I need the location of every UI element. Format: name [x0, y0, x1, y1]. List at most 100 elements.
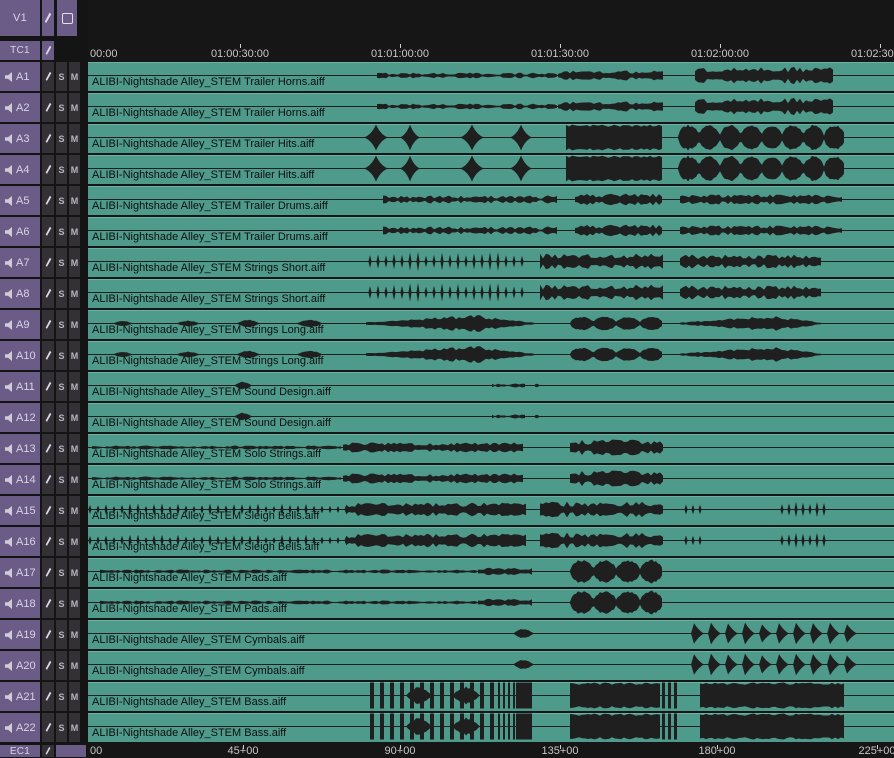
track-tool-button[interactable]	[42, 527, 54, 556]
mute-button[interactable]: M	[69, 589, 80, 618]
solo-button[interactable]: S	[56, 248, 67, 277]
audio-clip-lane-a10[interactable]: ALIBI-Nightshade Alley_STEM Strings Long…	[88, 341, 894, 370]
mute-button[interactable]: M	[69, 310, 80, 339]
track-tool-button[interactable]	[42, 620, 54, 649]
track-tool-button[interactable]	[42, 713, 54, 742]
mute-button[interactable]: M	[69, 124, 80, 153]
audio-clip-lane-a20[interactable]: ALIBI-Nightshade Alley_STEM Cymbals.aiff	[88, 651, 894, 680]
track-tool-button[interactable]	[42, 372, 54, 401]
mute-button[interactable]: M	[69, 713, 80, 742]
track-select-button-a8[interactable]: A8	[0, 279, 40, 308]
video-track-tool-button[interactable]	[42, 0, 54, 36]
mute-button[interactable]: M	[69, 558, 80, 587]
solo-button[interactable]: S	[56, 434, 67, 463]
track-select-button-a5[interactable]: A5	[0, 186, 40, 215]
track-tool-button[interactable]	[42, 403, 54, 432]
solo-button[interactable]: S	[56, 496, 67, 525]
track-select-button-a10[interactable]: A10	[0, 341, 40, 370]
track-select-button-a12[interactable]: A12	[0, 403, 40, 432]
mute-button[interactable]: M	[69, 217, 80, 246]
timeline-area[interactable]: 00:0001:00:30:0001:01:00:0001:01:30:0001…	[88, 0, 894, 758]
audio-clip-lane-a18[interactable]: ALIBI-Nightshade Alley_STEM Pads.aiff	[88, 589, 894, 618]
track-select-button-a18[interactable]: A18	[0, 589, 40, 618]
solo-button[interactable]: S	[56, 155, 67, 184]
timecode-track-select-button[interactable]: TC1	[0, 41, 40, 60]
solo-button[interactable]: S	[56, 310, 67, 339]
track-tool-button[interactable]	[42, 217, 54, 246]
track-select-button-a2[interactable]: A2	[0, 93, 40, 122]
audio-clip-lane-a14[interactable]: ALIBI-Nightshade Alley_STEM Solo Strings…	[88, 465, 894, 494]
mute-button[interactable]: M	[69, 403, 80, 432]
mute-button[interactable]: M	[69, 155, 80, 184]
track-select-button-a22[interactable]: A22	[0, 713, 40, 742]
mute-button[interactable]: M	[69, 279, 80, 308]
solo-button[interactable]: S	[56, 651, 67, 680]
track-select-button-a9[interactable]: A9	[0, 310, 40, 339]
track-tool-button[interactable]	[42, 434, 54, 463]
track-select-button-a1[interactable]: A1	[0, 62, 40, 91]
mute-button[interactable]: M	[69, 682, 80, 711]
audio-clip-lane-a13[interactable]: ALIBI-Nightshade Alley_STEM Solo Strings…	[88, 434, 894, 463]
solo-button[interactable]: S	[56, 558, 67, 587]
mute-button[interactable]: M	[69, 620, 80, 649]
video-track-select-button[interactable]: V1	[0, 0, 40, 36]
audio-clip-lane-a11[interactable]: ALIBI-Nightshade Alley_STEM Sound Design…	[88, 372, 894, 401]
track-tool-button[interactable]	[42, 465, 54, 494]
track-tool-button[interactable]	[42, 589, 54, 618]
audio-clip-lane-a7[interactable]: ALIBI-Nightshade Alley_STEM Strings Shor…	[88, 248, 894, 277]
track-tool-button[interactable]	[42, 310, 54, 339]
audio-clip-lane-a19[interactable]: ALIBI-Nightshade Alley_STEM Cymbals.aiff	[88, 620, 894, 649]
mute-button[interactable]: M	[69, 496, 80, 525]
footage-ruler[interactable]: 0045+0090+00135+00180+00225+00	[88, 744, 894, 758]
track-select-button-a16[interactable]: A16	[0, 527, 40, 556]
audio-clip-lane-a17[interactable]: ALIBI-Nightshade Alley_STEM Pads.aiff	[88, 558, 894, 587]
track-select-button-a4[interactable]: A4	[0, 155, 40, 184]
audio-clip-lane-a1[interactable]: ALIBI-Nightshade Alley_STEM Trailer Horn…	[88, 62, 894, 91]
mute-button[interactable]: M	[69, 527, 80, 556]
audio-clip-lane-a16[interactable]: ALIBI-Nightshade Alley_STEM Sleigh Bells…	[88, 527, 894, 556]
track-tool-button[interactable]	[42, 62, 54, 91]
solo-button[interactable]: S	[56, 186, 67, 215]
track-tool-button[interactable]	[42, 496, 54, 525]
edgecode-track-select-button[interactable]: EC1	[0, 745, 40, 757]
solo-button[interactable]: S	[56, 465, 67, 494]
track-tool-button[interactable]	[42, 124, 54, 153]
audio-clip-lane-a12[interactable]: ALIBI-Nightshade Alley_STEM Sound Design…	[88, 403, 894, 432]
track-tool-button[interactable]	[42, 248, 54, 277]
track-tool-button[interactable]	[42, 93, 54, 122]
track-tool-button[interactable]	[42, 186, 54, 215]
track-select-button-a21[interactable]: A21	[0, 682, 40, 711]
track-select-button-a3[interactable]: A3	[0, 124, 40, 153]
mute-button[interactable]: M	[69, 372, 80, 401]
solo-button[interactable]: S	[56, 124, 67, 153]
solo-button[interactable]: S	[56, 713, 67, 742]
track-tool-button[interactable]	[42, 155, 54, 184]
track-tool-button[interactable]	[42, 682, 54, 711]
track-select-button-a20[interactable]: A20	[0, 651, 40, 680]
mute-button[interactable]: M	[69, 248, 80, 277]
video-monitor-button[interactable]	[57, 0, 77, 36]
track-tool-button[interactable]	[42, 651, 54, 680]
track-select-button-a6[interactable]: A6	[0, 217, 40, 246]
audio-clip-lane-a22[interactable]: ALIBI-Nightshade Alley_STEM Bass.aiff	[88, 713, 894, 742]
solo-button[interactable]: S	[56, 403, 67, 432]
mute-button[interactable]: M	[69, 186, 80, 215]
solo-button[interactable]: S	[56, 341, 67, 370]
timecode-ruler[interactable]: 00:0001:00:30:0001:01:00:0001:01:30:0001…	[88, 0, 894, 62]
solo-button[interactable]: S	[56, 620, 67, 649]
audio-clip-lane-a9[interactable]: ALIBI-Nightshade Alley_STEM Strings Long…	[88, 310, 894, 339]
solo-button[interactable]: S	[56, 589, 67, 618]
audio-clip-lane-a5[interactable]: ALIBI-Nightshade Alley_STEM Trailer Drum…	[88, 186, 894, 215]
audio-clip-lane-a2[interactable]: ALIBI-Nightshade Alley_STEM Trailer Horn…	[88, 93, 894, 122]
track-select-button-a11[interactable]: A11	[0, 372, 40, 401]
track-select-button-a14[interactable]: A14	[0, 465, 40, 494]
mute-button[interactable]: M	[69, 651, 80, 680]
track-tool-button[interactable]	[42, 279, 54, 308]
solo-button[interactable]: S	[56, 62, 67, 91]
solo-button[interactable]: S	[56, 93, 67, 122]
solo-button[interactable]: S	[56, 682, 67, 711]
audio-clip-lane-a15[interactable]: ALIBI-Nightshade Alley_STEM Sleigh Bells…	[88, 496, 894, 525]
mute-button[interactable]: M	[69, 465, 80, 494]
mute-button[interactable]: M	[69, 434, 80, 463]
timecode-track-tool-button[interactable]	[42, 41, 54, 60]
